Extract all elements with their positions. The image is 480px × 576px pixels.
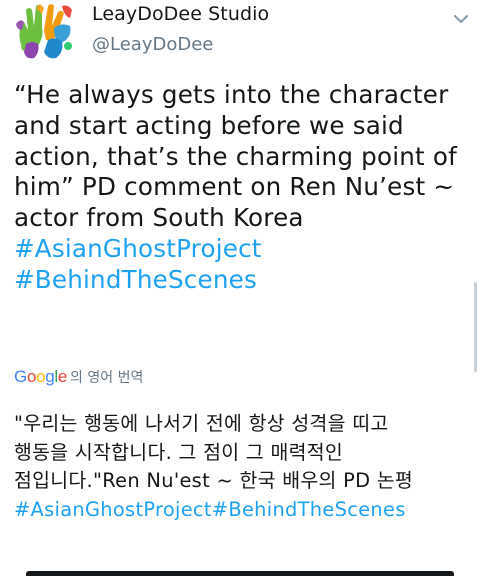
tweet-text-line: “He always gets into the character xyxy=(14,80,449,109)
tweet-header: LeayDoDee Studio @LeayDoDee xyxy=(0,0,480,70)
translated-hashtags-link[interactable]: #AsianGhostProject#BehindTheScenes xyxy=(14,496,472,525)
translation-attribution: Google 의 영어 번역 xyxy=(14,364,143,390)
tweet-view: LeayDoDee Studio @LeayDoDee “He always g… xyxy=(0,0,480,576)
translated-text: "우리는 행동에 나서기 전에 항상 성격을 띠고 행동을 시작합니다. 그 점… xyxy=(14,410,472,524)
tweet-text-line: action, that’s the charming point of xyxy=(14,141,458,171)
colorful-hands-logo-icon xyxy=(16,4,72,59)
author-display-name[interactable]: LeayDoDee Studio xyxy=(92,3,269,25)
google-letter: e xyxy=(57,367,68,386)
google-letter: o xyxy=(26,367,37,386)
translated-text-line: 점입니다."Ren Nu'est ~ 한국 배우의 PD 논평 xyxy=(14,469,414,492)
author-handle[interactable]: @LeayDoDee xyxy=(92,34,213,55)
tweet-text-line: him” PD comment on Ren Nu’est ~ xyxy=(14,172,455,202)
chevron-down-icon[interactable] xyxy=(450,8,472,30)
translated-text-line: 행동을 시작합니다. 그 점이 그 매력적인 xyxy=(14,440,344,464)
tweet-text: “He always gets into the character and s… xyxy=(14,80,472,296)
avatar[interactable] xyxy=(14,0,78,64)
google-letter: G xyxy=(14,367,27,386)
scrollbar[interactable] xyxy=(474,282,477,372)
tweet-text-line: actor from South Korea xyxy=(14,203,304,233)
translated-text-line: "우리는 행동에 나서기 전에 항상 성격을 띠고 xyxy=(14,412,389,435)
tweet-text-line: and start acting before we said xyxy=(14,110,404,140)
google-letter: o xyxy=(36,367,46,386)
hashtag-link[interactable]: #AsianGhostProject xyxy=(14,234,472,265)
translation-label: 의 영어 번역 xyxy=(70,370,144,386)
hashtag-link[interactable]: #BehindTheScenes xyxy=(14,265,472,296)
bottom-edge-bar xyxy=(26,571,454,576)
google-logo: Google xyxy=(14,367,67,387)
